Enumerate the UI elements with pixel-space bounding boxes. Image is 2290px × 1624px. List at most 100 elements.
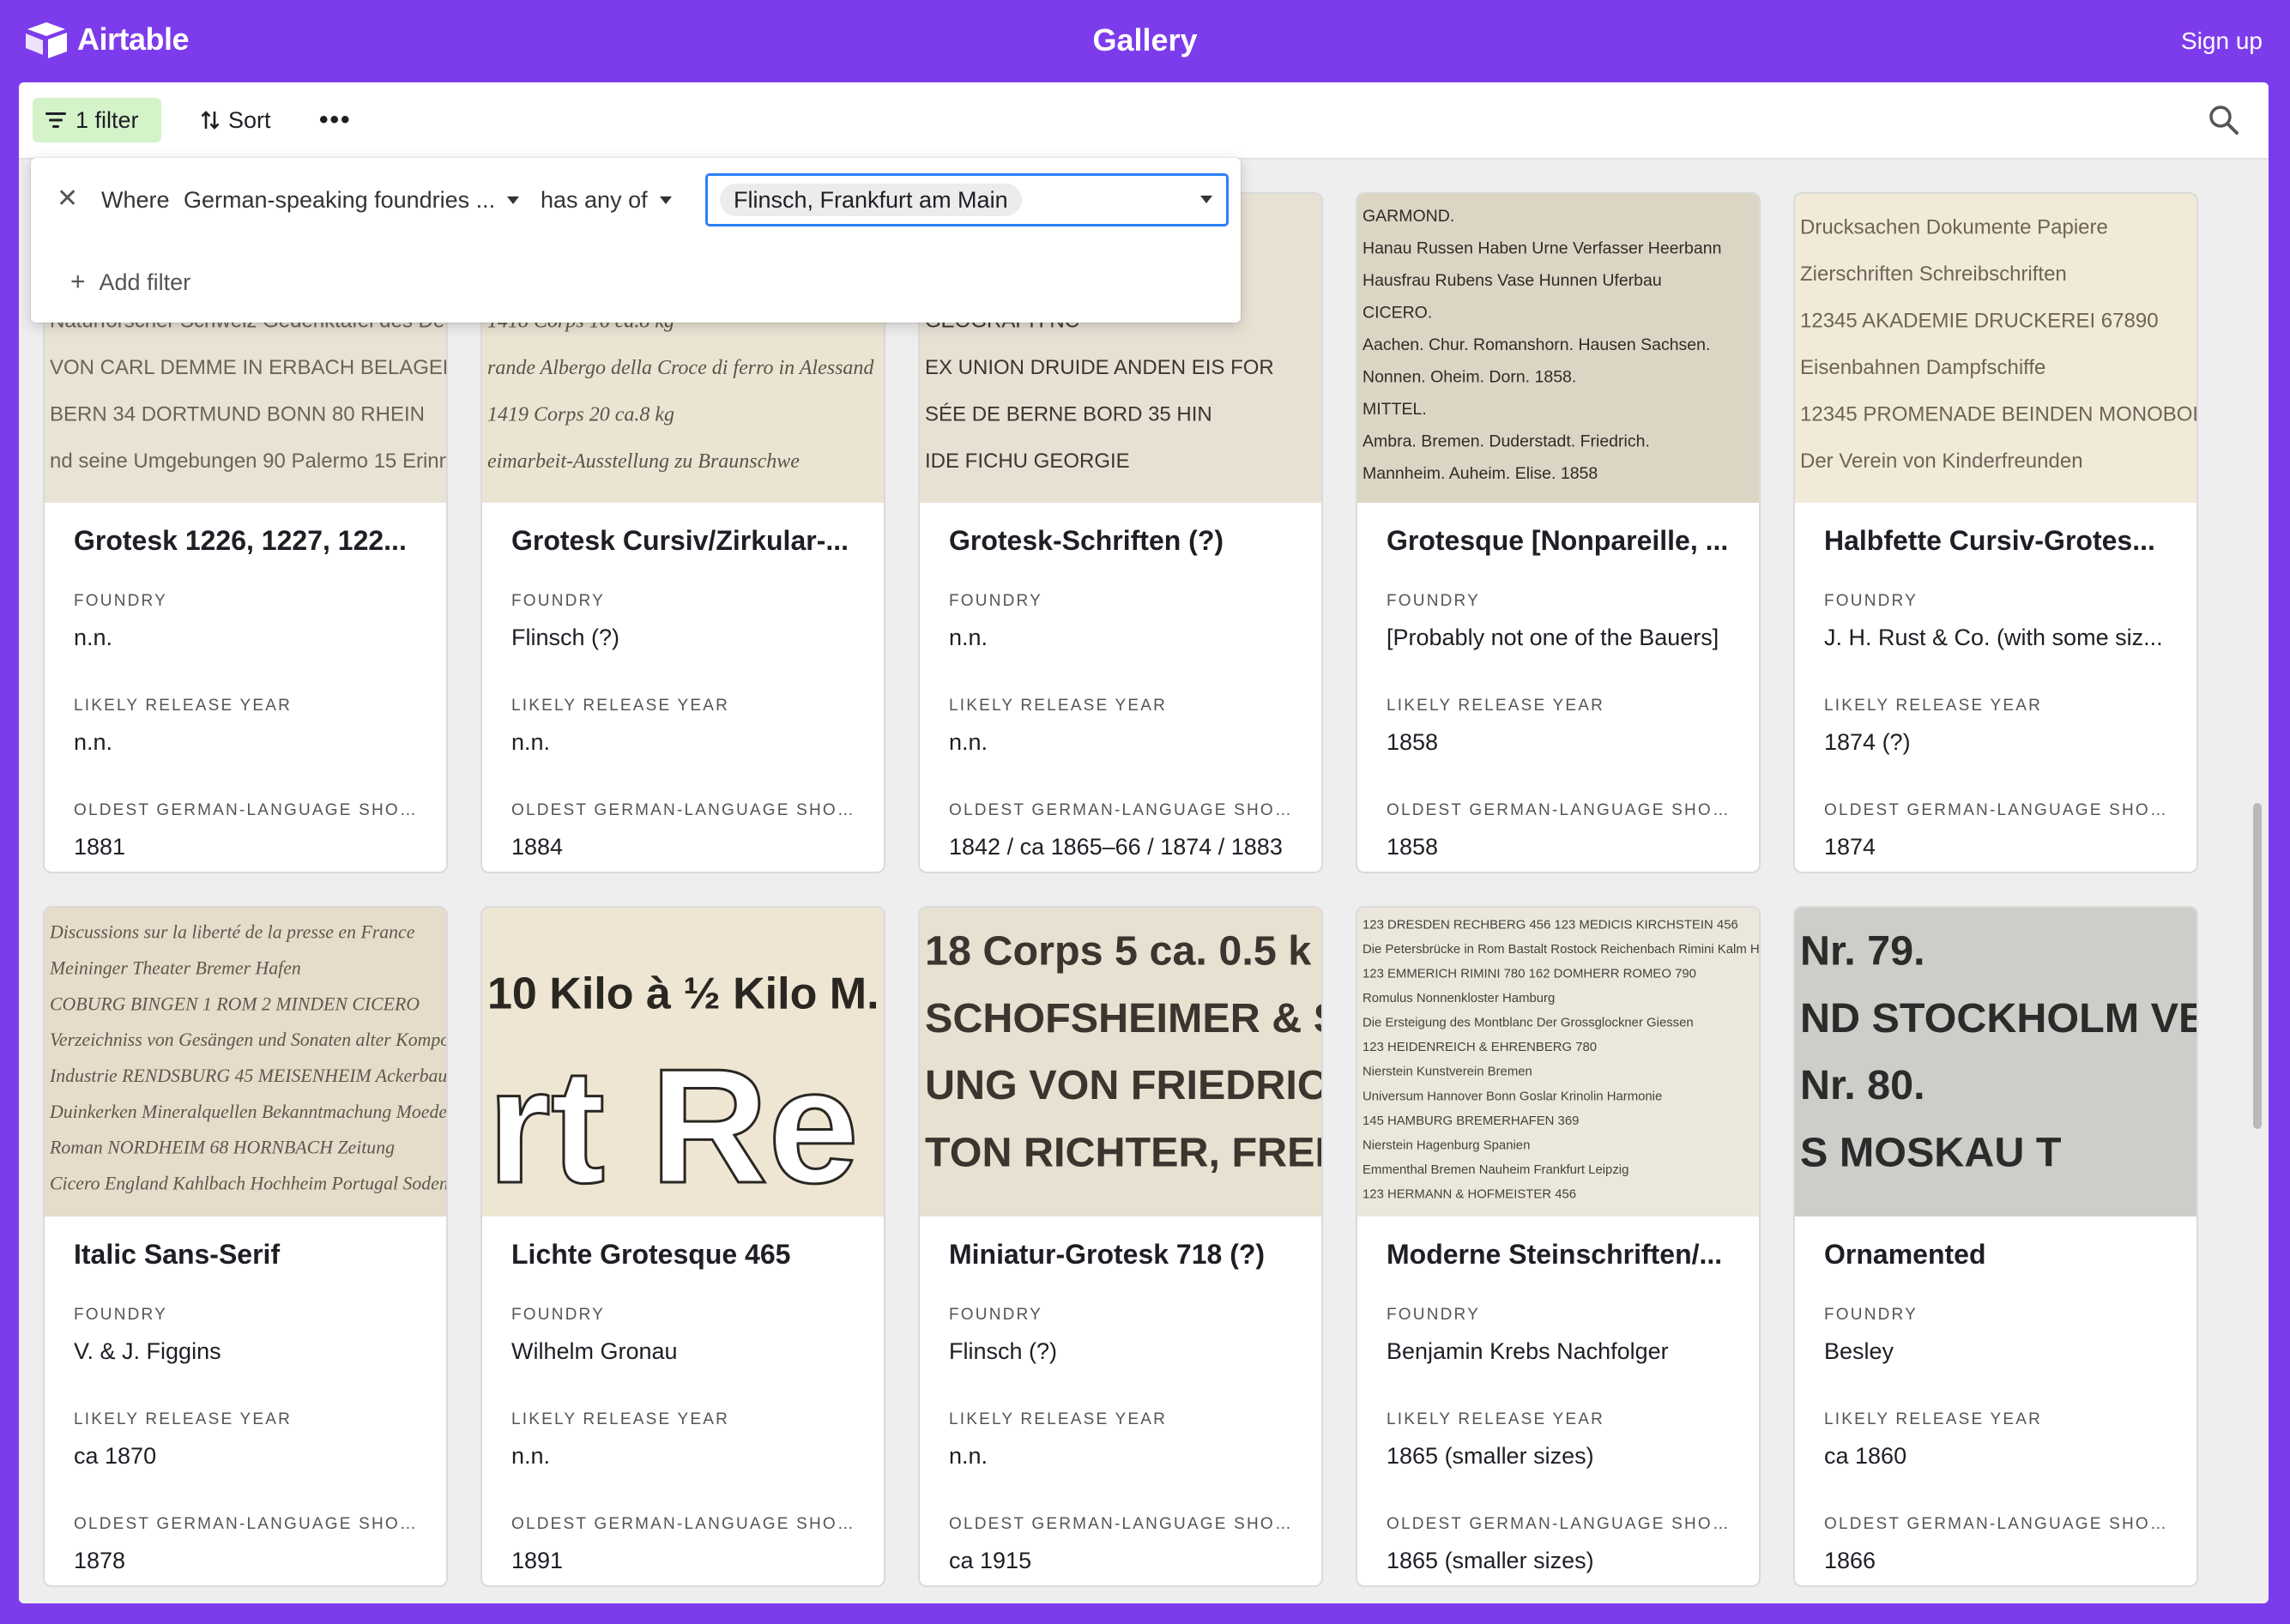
oldest-specimen-label: OLDEST GERMAN-LANGUAGE SHO... xyxy=(511,801,855,819)
chevron-down-icon xyxy=(507,196,520,204)
foundry-value: Flinsch (?) xyxy=(949,1338,1058,1364)
image-caption-text: Hanau Russen Haben Urne Verfasser Heerba… xyxy=(1363,238,1721,257)
card-body: Grotesk 1226, 1227, 122... FOUNDRY n.n. LIK… xyxy=(45,503,446,863)
image-caption-text: 10 Kilo à ½ Kilo M. 2.55 = xyxy=(487,969,884,1019)
oldest-specimen-label: OLDEST GERMAN-LANGUAGE SHO... xyxy=(74,801,417,819)
gallery-card[interactable]: Drucksachen Dokumente Papiere Zierschrift… xyxy=(1795,194,2196,872)
gallery-card[interactable]: Discussions sur la liberté de la presse … xyxy=(45,908,446,1585)
gallery-card[interactable]: 123 DRESDEN RECHBERG 456 123 MEDICIS KIR… xyxy=(1357,908,1759,1585)
release-year-label: LIKELY RELEASE YEAR xyxy=(511,1410,730,1428)
foundry-label: FOUNDRY xyxy=(949,1306,1042,1324)
card-title: Ornamented xyxy=(1824,1239,1986,1270)
release-year-value: n.n. xyxy=(511,729,551,755)
oldest-specimen-value: 1884 xyxy=(511,834,564,860)
image-caption-text: Nr. 79. xyxy=(1800,928,1925,975)
filter-value-select[interactable]: Flinsch, Frankfurt am Main xyxy=(705,173,1229,226)
release-year-value: 1874 (?) xyxy=(1824,729,1911,755)
more-options-button[interactable]: ••• xyxy=(307,98,359,142)
top-bar: Airtable Gallery Sign up xyxy=(0,0,2290,82)
sort-arrows-icon xyxy=(201,111,220,130)
card-cover-image: Drucksachen Dokumente Papiere Zierschrift… xyxy=(1795,194,2196,503)
chevron-down-icon xyxy=(659,196,672,204)
card-cover-image: 10 Kilo à ½ Kilo M. 2.55 = rt Re xyxy=(482,908,884,1216)
image-caption-text: TON RICHTER, FREIBURG IM BREISCA xyxy=(925,1129,1321,1175)
card-body: Grotesque [Nonpareille, ... FOUNDRY [Proba… xyxy=(1357,503,1759,863)
oldest-specimen-value: 1865 (smaller sizes) xyxy=(1387,1548,1594,1573)
card-cover-image: GARMOND. Hanau Russen Haben Urne Verfasse… xyxy=(1357,194,1759,503)
card-title: Grotesk-Schriften (?) xyxy=(949,525,1224,556)
card-title: Grotesk 1226, 1227, 122... xyxy=(74,525,407,556)
foundry-label: FOUNDRY xyxy=(1387,592,1480,610)
card-title: Grotesk Cursiv/Zirkular-... xyxy=(511,525,849,556)
filter-button-label: 1 filter xyxy=(76,106,139,133)
image-caption-text: Cicero England Kahlbach Hochheim Portuga… xyxy=(50,1174,446,1194)
foundry-value: Flinsch (?) xyxy=(511,625,620,650)
image-caption-text: Nr. 80. xyxy=(1800,1062,1925,1108)
sign-up-link[interactable]: Sign up xyxy=(2181,27,2263,55)
filter-field-select[interactable]: German-speaking foundries ... xyxy=(184,187,520,214)
image-caption-text: Industrie RENDSBURG 45 MEISENHEIM Ackerb… xyxy=(49,1066,446,1086)
oldest-specimen-value: 1881 xyxy=(74,834,126,860)
image-caption-text: Zierschriften Schreibschriften xyxy=(1800,263,2067,286)
filter-button[interactable]: 1 filter xyxy=(33,98,161,142)
oldest-specimen-value: ca 1915 xyxy=(949,1548,1032,1573)
oldest-specimen-label: OLDEST GERMAN-LANGUAGE SHO... xyxy=(1387,801,1730,819)
add-filter-button[interactable]: + Add filter xyxy=(70,268,190,297)
card-title: Grotesque [Nonpareille, ... xyxy=(1387,525,1729,556)
image-caption-text: nd seine Umgebungen 90 Palermo 15 Erinne… xyxy=(50,450,446,473)
image-caption-text: ND STOCKHOLM VE xyxy=(1800,995,2196,1041)
foundry-value: n.n. xyxy=(949,625,988,650)
image-caption-text: Romulus Nonnenkloster Hamburg xyxy=(1363,992,1555,1005)
image-caption-text: SCHOFSHEIMER & SOHN, FRANKFURT A xyxy=(925,995,1321,1041)
release-year-label: LIKELY RELEASE YEAR xyxy=(1387,1410,1605,1428)
image-caption-text: Nierstein Hagenburg Spanien xyxy=(1363,1138,1530,1152)
oldest-specimen-value: 1858 xyxy=(1387,834,1439,860)
foundry-label: FOUNDRY xyxy=(511,592,605,610)
image-caption-text: 12345 AKADEMIE DRUCKEREI 67890 xyxy=(1800,310,2159,333)
plus-icon: + xyxy=(70,268,86,296)
filter-operator-select[interactable]: has any of xyxy=(541,187,672,214)
remove-filter-close-icon[interactable]: ✕ xyxy=(57,184,78,214)
gallery-card[interactable]: 18 Corps 5 ca. 0.5 k SCHOFSHEIMER & SOHN,… xyxy=(920,908,1321,1585)
card-title: Halbfette Cursiv-Grotes... xyxy=(1824,525,2155,556)
foundry-value: Benjamin Krebs Nachfolger xyxy=(1387,1338,1669,1364)
image-caption-text: Nonnen. Oheim. Dorn. 1858. xyxy=(1363,367,1576,386)
image-caption-text: BERN 34 DORTMUND BONN 80 RHEIN xyxy=(50,403,425,426)
card-body: Grotesk Cursiv/Zirkular-... FOUNDRY Flinsc… xyxy=(482,503,884,863)
oldest-specimen-label: OLDEST GERMAN-LANGUAGE SHO... xyxy=(74,1515,417,1533)
filter-operator-value: has any of xyxy=(541,187,648,213)
oldest-specimen-value: 1878 xyxy=(74,1548,126,1573)
image-caption-text: Emmenthal Bremen Nauheim Frankfurt Leipz… xyxy=(1363,1163,1628,1177)
foundry-label: FOUNDRY xyxy=(1824,592,1918,610)
vertical-scrollbar[interactable] xyxy=(2253,803,2262,1129)
image-caption-text: Die Ersteigung des Montblanc Der Grossgl… xyxy=(1363,1017,1694,1030)
image-caption-text: Roman NORDHEIM 68 HORNBACH Zeitung xyxy=(49,1138,395,1158)
image-caption-text: SÉE DE BERNE BORD 35 HIN xyxy=(925,403,1212,426)
foundry-label: FOUNDRY xyxy=(74,592,167,610)
release-year-value: n.n. xyxy=(74,729,113,755)
image-caption-text: Aachen. Chur. Romanshorn. Hausen Sachsen… xyxy=(1363,335,1710,354)
oldest-specimen-label: OLDEST GERMAN-LANGUAGE SHO... xyxy=(949,1515,1292,1533)
release-year-value: n.n. xyxy=(511,1443,551,1469)
image-caption-text: 145 HAMBURG BREMERHAFEN 369 xyxy=(1363,1114,1579,1128)
gallery-card[interactable]: GARMOND. Hanau Russen Haben Urne Verfasse… xyxy=(1357,194,1759,872)
release-year-value: ca 1860 xyxy=(1824,1443,1907,1469)
image-caption-text: Mannheim. Auheim. Elise. 1858 xyxy=(1363,464,1598,483)
image-caption-text: 123 DRESDEN RECHBERG 456 123 MEDICIS KIR… xyxy=(1363,918,1738,932)
oldest-specimen-value: 1874 xyxy=(1824,834,1876,860)
filter-where-label: Where xyxy=(101,187,170,213)
image-caption-text: Nierstein Kunstverein Bremen xyxy=(1363,1066,1532,1079)
foundry-label: FOUNDRY xyxy=(1824,1306,1918,1324)
gallery-card[interactable]: Nr. 79. ND STOCKHOLM VE Nr. 80. S MOSKAU T O… xyxy=(1795,908,2196,1585)
release-year-label: LIKELY RELEASE YEAR xyxy=(74,1410,293,1428)
view-toolbar: 1 filter Sort ••• xyxy=(19,82,2269,160)
card-body: Grotesk-Schriften (?) FOUNDRY n.n. LIKELY R… xyxy=(920,503,1321,863)
image-caption-text: S MOSKAU T xyxy=(1800,1129,2062,1175)
foundry-value: n.n. xyxy=(74,625,113,650)
search-icon[interactable] xyxy=(2205,101,2243,139)
release-year-label: LIKELY RELEASE YEAR xyxy=(1824,1410,2043,1428)
gallery-card[interactable]: 10 Kilo à ½ Kilo M. 2.55 =rt ReLichte Gr… xyxy=(482,908,884,1585)
image-caption-text: MITTEL. xyxy=(1363,400,1427,419)
card-cover-image: Nr. 79. ND STOCKHOLM VE Nr. 80. S MOSKAU T xyxy=(1795,908,2196,1216)
sort-button[interactable]: Sort xyxy=(189,98,290,142)
